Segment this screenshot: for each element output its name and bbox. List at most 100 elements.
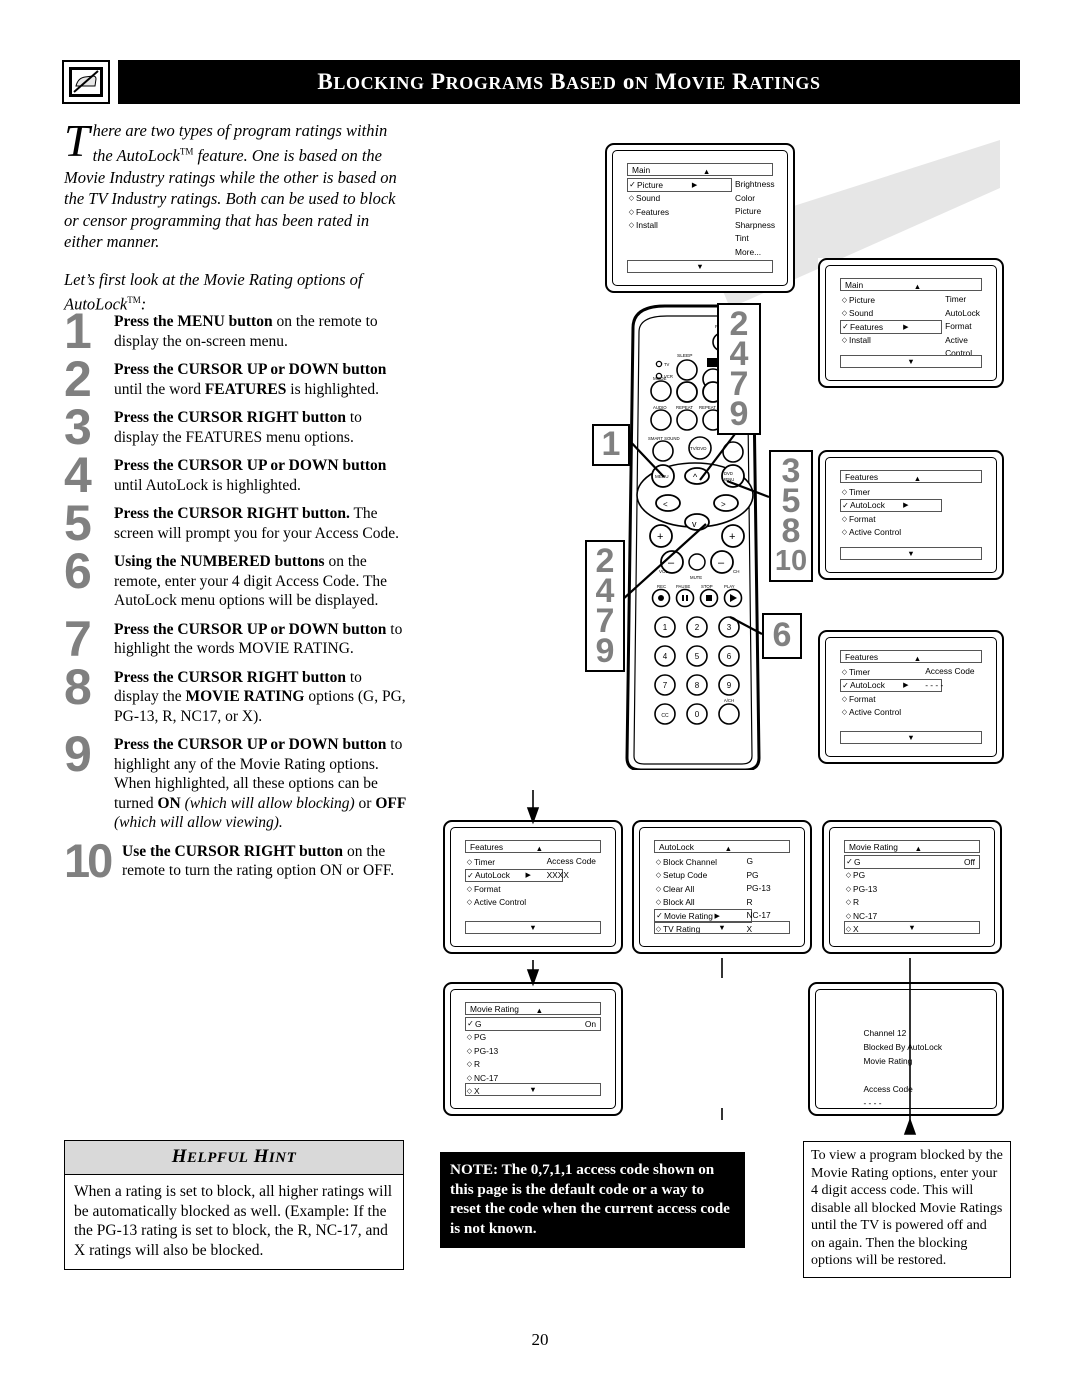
- osd-menu: Main ▲ ✓ Picture ▶ ◇ Sound ◇ Features ◇ Install Bri…: [627, 163, 775, 273]
- osd-row-label: NC-17: [853, 910, 878, 921]
- svg-text:MENU: MENU: [722, 477, 734, 482]
- svg-text:CC: CC: [661, 713, 669, 719]
- tv-inner-bezel: Features ▲ ◇ Timer ✓ AutoLock ▶ ◇ Format ◇ Active …: [825, 637, 997, 757]
- osd-row-label: G: [475, 1018, 482, 1029]
- note-box: NOTE: The 0,7,1,1 access code shown on t…: [440, 1152, 745, 1248]
- osd-bottom-bar: ▼: [465, 1083, 601, 1096]
- step-text: Press the CURSOR UP or DOWN button until…: [114, 361, 387, 398]
- tv-screen-area: AutoLock ▲ ◇ Block Channel ◇ Setup Code ◇ Clear…: [654, 840, 790, 934]
- osd-right-item: Format: [945, 321, 972, 331]
- osd-row[interactable]: ◇ PG-13: [465, 1044, 601, 1058]
- callout-steps-2-4-7-9-up: 2479: [717, 303, 761, 435]
- osd-row[interactable]: ◇ PG-13: [844, 882, 980, 896]
- tv-inner-bezel: Main ▲ ✓ Picture ▶ ◇ Sound ◇ Features ◇ Install Bri…: [612, 150, 788, 286]
- diamond-icon: ◇: [841, 695, 848, 703]
- svg-text:6: 6: [727, 652, 732, 661]
- osd-row-value: Off: [963, 856, 975, 867]
- svg-text:9: 9: [727, 681, 732, 690]
- diamond-icon: ◇: [628, 222, 635, 230]
- osd-row[interactable]: ✓ Picture ▶: [627, 178, 733, 192]
- svg-text:2: 2: [695, 623, 700, 632]
- callout-number: 6: [772, 616, 792, 655]
- intro-block: There are two types of program ratings w…: [64, 115, 404, 315]
- tv-screen-main-features: Main ▲ ◇ Picture ◇ Sound ✓ Features ▶ ◇ Install Tim…: [818, 258, 1004, 388]
- osd-row[interactable]: ◇ Active Control: [840, 706, 982, 720]
- osd-row[interactable]: ✓ Features ▶: [840, 320, 943, 334]
- tv-bezel: Main ▲ ✓ Picture ▶ ◇ Sound ◇ Features ◇ Install Bri…: [605, 143, 795, 293]
- svg-text:4: 4: [663, 652, 668, 661]
- osd-row-label: AutoLock: [850, 680, 885, 691]
- intro-text: here are two types of program ratings wi…: [64, 121, 397, 251]
- osd-menu: Features ▲ ◇ Timer ✓ AutoLock ▶ ◇ Format ◇ Active …: [840, 650, 982, 744]
- drop-cap: T: [64, 115, 90, 166]
- diamond-icon: ◇: [466, 1034, 473, 1042]
- diamond-icon: ◇: [841, 337, 848, 345]
- step-item: 4 Press the CURSOR UP or DOWN button unti…: [64, 450, 409, 500]
- tv-screen-area: Main ▲ ◇ Picture ◇ Sound ✓ Features ▶ ◇ Install Tim…: [840, 278, 982, 368]
- scroll-down-icon: ▼: [529, 1085, 537, 1094]
- tv-bezel: Features ▲ ◇ Timer ✓ AutoLock ▶ ◇ Format ◇ Active …: [443, 820, 623, 954]
- svg-text:STOP: STOP: [701, 584, 713, 589]
- osd-right-item: XXXX: [546, 869, 569, 880]
- osd-row-label: Block Channel: [663, 856, 718, 867]
- osd-row[interactable]: ✓ G Off: [844, 855, 980, 869]
- osd-row[interactable]: ◇ PG: [465, 1031, 601, 1045]
- helpful-hint-body: When a rating is set to block, all highe…: [74, 1183, 393, 1259]
- diamond-icon: ◇: [466, 1061, 473, 1069]
- osd-row[interactable]: ◇ PG: [844, 869, 980, 883]
- step-text: Press the MENU button on the remote to d…: [114, 313, 378, 350]
- osd-row[interactable]: ◇ R: [844, 896, 980, 910]
- osd-row-label: NC-17: [474, 1072, 499, 1083]
- diamond-icon: ◇: [655, 858, 662, 866]
- tv-screen-access-code-entered: Features ▲ ◇ Timer ✓ AutoLock ▶ ◇ Format ◇ Active …: [443, 820, 623, 954]
- svg-text:–: –: [718, 557, 725, 569]
- osd-row[interactable]: ✓ G On: [465, 1017, 601, 1031]
- osd-row-label: AutoLock: [475, 870, 510, 881]
- osd-row[interactable]: ✓ AutoLock ▶: [840, 498, 943, 512]
- step-text: Press the CURSOR UP or DOWN button to hi…: [114, 736, 407, 831]
- callout-step-1: 1: [592, 424, 630, 466]
- osd-row[interactable]: ◇ Format: [465, 882, 601, 896]
- chevron-right-icon: ▶: [525, 872, 531, 880]
- osd-row-label: R: [853, 897, 860, 908]
- osd-row[interactable]: ◇ Format: [840, 692, 982, 706]
- osd-row-label: Picture: [849, 294, 876, 305]
- step-item: 6 Using the NUMBERED buttons on the remot…: [64, 546, 409, 611]
- osd-row[interactable]: ◇ Format: [840, 512, 982, 526]
- diamond-icon: ◇: [466, 1074, 473, 1082]
- diamond-icon: ◇: [466, 858, 473, 866]
- osd-row[interactable]: ◇ R: [465, 1058, 601, 1072]
- step-text: Press the CURSOR UP or DOWN button until…: [114, 457, 387, 494]
- scroll-down-icon: ▼: [907, 549, 915, 558]
- check-icon: ✓: [467, 1019, 474, 1029]
- osd-row[interactable]: ◇ Active Control: [465, 896, 601, 910]
- osd-right-column: Timer AutoLock Format Active Control: [945, 293, 982, 358]
- chevron-right-icon: ▶: [903, 682, 909, 690]
- tv-inner-bezel: Features ▲ ◇ Timer ✓ AutoLock ▶ ◇ Format ◇ Active …: [450, 827, 616, 947]
- osd-right-item: PG-13: [746, 883, 771, 893]
- step-number: 1: [64, 303, 92, 359]
- diamond-icon: ◇: [655, 885, 662, 893]
- svg-text:>: >: [721, 500, 726, 509]
- svg-text:7: 7: [663, 681, 668, 690]
- tv-screen-area: Features ▲ ◇ Timer ✓ AutoLock ▶ ◇ Format ◇ Active …: [840, 470, 982, 560]
- osd-row-label: Format: [849, 693, 876, 704]
- step-number: 9: [64, 726, 92, 782]
- osd-row[interactable]: ◇ Timer: [840, 485, 982, 499]
- osd-right-item: AutoLock: [945, 307, 980, 318]
- diamond-icon: ◇: [841, 296, 848, 304]
- no-view-tv-icon: [62, 60, 110, 104]
- osd-title: Features ▲: [465, 840, 601, 853]
- scroll-up-icon: ▲: [913, 653, 922, 663]
- osd-row-label: Sound: [636, 193, 661, 204]
- check-icon: ✓: [842, 322, 849, 332]
- tv-screen-movie-rating-on: Movie Rating ▲ ✓ G On ◇ PG ◇ PG-13 ◇ R ◇ NC-17 ◇ X ▼: [443, 982, 623, 1116]
- osd-row-label: Setup Code: [663, 870, 708, 881]
- osd-row[interactable]: ◇ Active Control: [840, 526, 982, 540]
- tv-inner-bezel: Main ▲ ◇ Picture ◇ Sound ✓ Features ▶ ◇ Install Tim…: [825, 265, 997, 381]
- svg-text:v: v: [692, 519, 697, 529]
- osd-row-label: PG: [853, 870, 866, 881]
- osd-row-label: Active Control: [474, 897, 527, 908]
- steps-list: 1 Press the MENU button on the remote to …: [64, 306, 409, 890]
- tv-screen-autolock-menu: AutoLock ▲ ◇ Block Channel ◇ Setup Code ◇ Clear…: [632, 820, 812, 954]
